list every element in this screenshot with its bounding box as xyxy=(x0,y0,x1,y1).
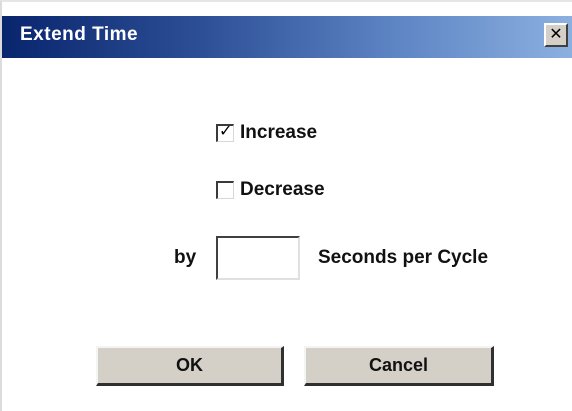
cancel-button[interactable]: Cancel xyxy=(304,346,494,386)
close-icon: ✕ xyxy=(549,26,563,43)
increase-label: Increase xyxy=(240,122,318,143)
seconds-input[interactable] xyxy=(216,236,300,280)
checkmark-icon: ✓ xyxy=(219,123,233,140)
decrease-label: Decrease xyxy=(240,179,325,200)
by-label: by xyxy=(174,247,197,268)
units-label: Seconds per Cycle xyxy=(318,247,489,268)
decrease-option[interactable]: Decrease xyxy=(216,179,325,201)
increase-checkbox[interactable]: ✓ xyxy=(216,123,234,142)
title-bar: Extend Time ✕ xyxy=(2,16,572,58)
decrease-checkbox[interactable] xyxy=(216,181,234,199)
ok-button[interactable]: OK xyxy=(96,346,284,386)
increase-option[interactable]: ✓ Increase xyxy=(216,122,317,144)
extend-time-dialog: Extend Time ✕ ✓ Increase Decrease by Sec… xyxy=(0,0,572,411)
close-button[interactable]: ✕ xyxy=(544,23,568,47)
dialog-title: Extend Time xyxy=(20,24,139,45)
